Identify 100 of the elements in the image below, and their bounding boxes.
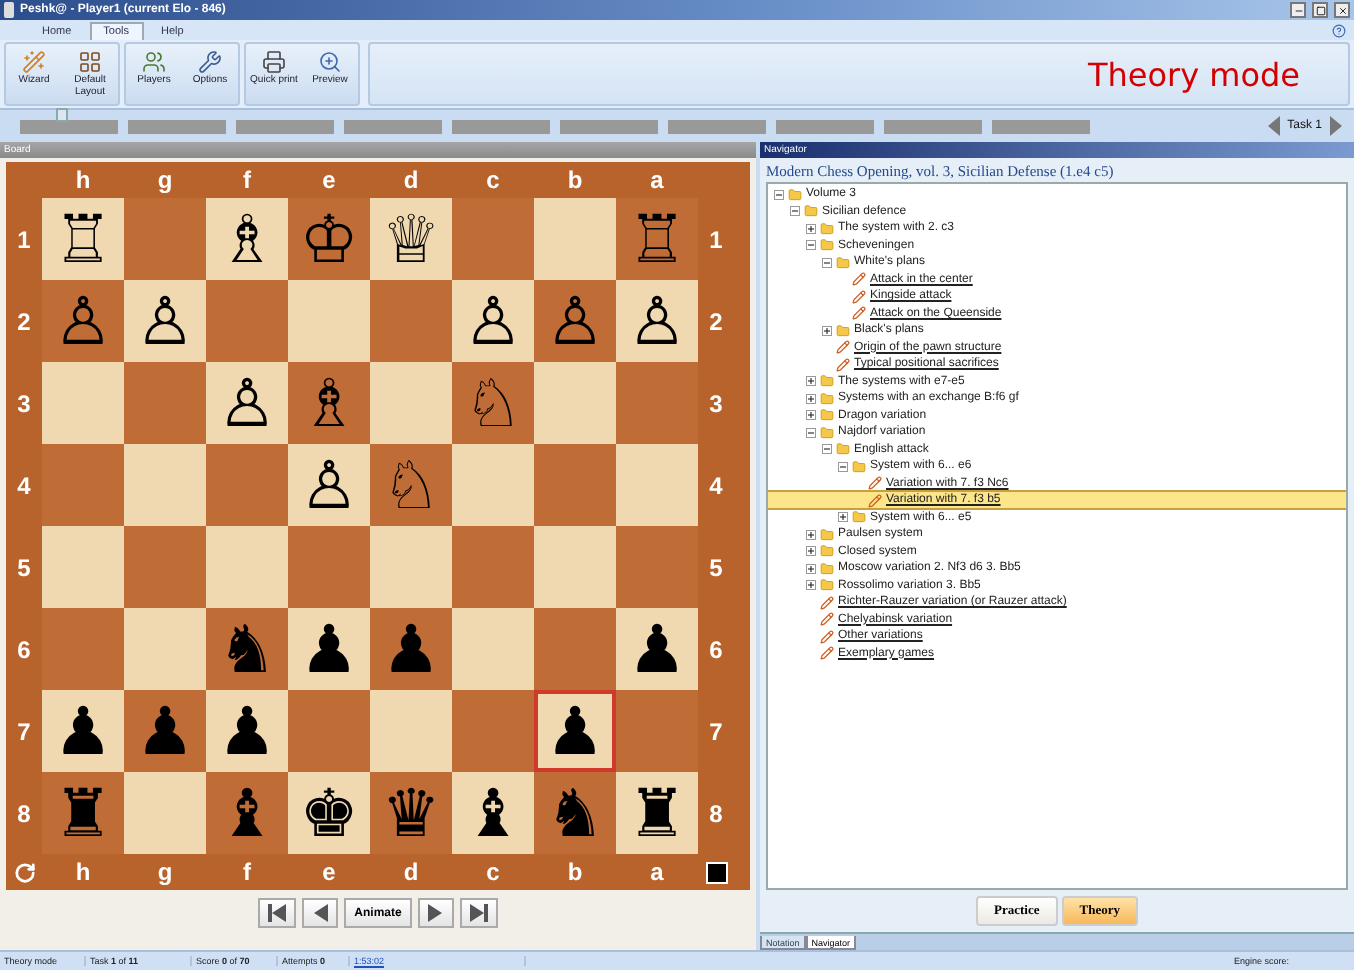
chess-piece[interactable]: ♔ [299, 206, 359, 272]
board-square[interactable]: ♖ [616, 198, 698, 280]
chess-piece[interactable]: ♞ [545, 780, 605, 846]
chess-piece[interactable]: ♘ [463, 370, 523, 436]
expand-icon[interactable] [806, 223, 816, 234]
expand-icon[interactable] [806, 563, 816, 574]
board-square[interactable]: ♙ [534, 280, 616, 362]
board-square[interactable]: ♟ [42, 690, 124, 772]
chess-piece[interactable]: ♖ [627, 206, 687, 272]
task-segment[interactable] [236, 119, 334, 133]
board-square[interactable]: ♟ [206, 690, 288, 772]
nav-button[interactable] [302, 898, 339, 928]
chess-piece[interactable]: ♜ [53, 780, 113, 846]
nav-button[interactable] [258, 898, 297, 928]
chess-piece[interactable]: ♜ [627, 780, 687, 846]
chess-piece[interactable]: ♙ [53, 288, 113, 354]
nav-button[interactable] [459, 898, 498, 928]
collapse-icon[interactable] [774, 189, 784, 200]
collapse-icon[interactable] [838, 461, 848, 472]
rotate-icon[interactable] [13, 861, 35, 883]
chess-piece[interactable]: ♙ [627, 288, 687, 354]
board-square[interactable]: ♔ [288, 198, 370, 280]
collapse-icon[interactable] [806, 427, 816, 438]
chess-piece[interactable]: ♝ [463, 780, 523, 846]
next-task-button[interactable] [1330, 116, 1342, 136]
board-square[interactable]: ♙ [616, 280, 698, 362]
task-segment[interactable] [560, 119, 658, 133]
expand-icon[interactable] [822, 325, 832, 336]
expand-icon[interactable] [806, 393, 816, 404]
chess-piece[interactable]: ♙ [135, 288, 195, 354]
task-segment[interactable] [992, 119, 1090, 133]
board-square[interactable]: ♘ [452, 362, 534, 444]
board-square[interactable]: ♟ [534, 690, 616, 772]
chess-piece[interactable]: ♚ [299, 780, 359, 846]
expand-icon[interactable] [838, 512, 848, 523]
chess-piece[interactable]: ♟ [627, 616, 687, 682]
board-square[interactable]: ♞ [206, 608, 288, 690]
collapse-icon[interactable] [822, 444, 832, 455]
board-square[interactable]: ♞ [534, 772, 616, 854]
restore-button[interactable] [1312, 2, 1328, 18]
chess-piece[interactable]: ♝ [217, 780, 277, 846]
help-icon[interactable] [1332, 24, 1346, 38]
board-square[interactable]: ♗ [206, 198, 288, 280]
chess-piece[interactable]: ♟ [53, 698, 113, 764]
chess-piece[interactable]: ♛ [381, 780, 441, 846]
task-segment[interactable] [452, 119, 550, 133]
task-segment[interactable] [128, 119, 226, 133]
board-square[interactable]: ♚ [288, 772, 370, 854]
minimize-button[interactable] [1290, 2, 1306, 18]
chess-piece[interactable]: ♟ [381, 616, 441, 682]
chess-piece[interactable]: ♕ [381, 206, 441, 272]
chess-piece[interactable]: ♟ [299, 616, 359, 682]
board-square[interactable]: ♗ [288, 362, 370, 444]
task-segment[interactable] [884, 119, 982, 133]
board-square[interactable]: ♘ [370, 444, 452, 526]
board-square[interactable]: ♟ [288, 608, 370, 690]
board-square[interactable]: ♕ [370, 198, 452, 280]
collapse-icon[interactable] [790, 206, 800, 217]
chess-piece[interactable]: ♞ [217, 616, 277, 682]
chess-piece[interactable]: ♗ [299, 370, 359, 436]
chess-piece[interactable]: ♟ [217, 698, 277, 764]
chess-piece[interactable]: ♙ [545, 288, 605, 354]
chess-piece[interactable]: ♙ [299, 452, 359, 518]
board-square[interactable]: ♜ [42, 772, 124, 854]
board-square[interactable]: ♙ [124, 280, 206, 362]
task-segment[interactable] [776, 119, 874, 133]
collapse-icon[interactable] [822, 257, 832, 268]
expand-icon[interactable] [806, 546, 816, 557]
rank-label: 1 [707, 223, 725, 257]
task-segment[interactable] [344, 119, 442, 133]
chess-piece[interactable]: ♟ [545, 698, 605, 764]
task-segment[interactable] [668, 119, 766, 133]
board-square[interactable]: ♟ [370, 608, 452, 690]
board-square[interactable]: ♛ [370, 772, 452, 854]
expand-icon[interactable] [806, 410, 816, 421]
chess-piece[interactable]: ♙ [217, 370, 277, 436]
expand-icon[interactable] [806, 529, 816, 540]
expand-icon[interactable] [806, 580, 816, 591]
chess-piece[interactable]: ♙ [463, 288, 523, 354]
board-square[interactable]: ♙ [206, 362, 288, 444]
chess-piece[interactable]: ♟ [135, 698, 195, 764]
nav-button[interactable] [417, 898, 454, 928]
board-square[interactable]: ♝ [206, 772, 288, 854]
collapse-icon[interactable] [806, 240, 816, 251]
chess-piece[interactable]: ♖ [53, 206, 113, 272]
rank-label: 6 [15, 633, 33, 667]
previous-task-button[interactable] [1267, 116, 1280, 136]
board-square[interactable]: ♙ [288, 444, 370, 526]
task-segment[interactable] [20, 119, 118, 133]
board-square[interactable]: ♟ [616, 608, 698, 690]
chess-piece[interactable]: ♘ [381, 452, 441, 518]
board-square[interactable]: ♖ [42, 198, 124, 280]
board-square[interactable]: ♝ [452, 772, 534, 854]
chess-piece[interactable]: ♗ [217, 206, 277, 272]
close-button[interactable] [1334, 2, 1350, 18]
board-square[interactable]: ♟ [124, 690, 206, 772]
expand-icon[interactable] [806, 376, 816, 387]
board-square[interactable]: ♙ [42, 280, 124, 362]
board-square[interactable]: ♜ [616, 772, 698, 854]
board-square[interactable]: ♙ [452, 280, 534, 362]
